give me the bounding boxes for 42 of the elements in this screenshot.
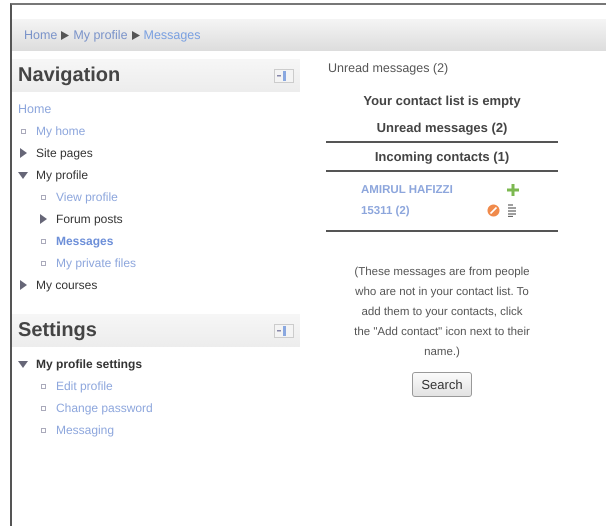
collapsed-triangle-icon[interactable] <box>40 214 46 224</box>
square-bullet-icon <box>40 238 46 244</box>
nav-link[interactable]: Home <box>18 102 52 116</box>
nav-link[interactable]: Messages <box>56 234 114 248</box>
block-title: Navigation <box>18 64 120 87</box>
square-bullet-icon <box>40 194 46 200</box>
nav-branch[interactable]: My profile <box>36 168 88 182</box>
square-bullet-icon <box>40 260 46 266</box>
breadcrumb-arrow-icon <box>132 30 140 40</box>
nav-branch[interactable]: My courses <box>36 278 98 292</box>
history-icon[interactable] <box>507 204 517 216</box>
info-text: (These messages are from people who are not in your contact list. To add them to your contacts, click the "Add contact" icon next to their name.) <box>353 265 531 360</box>
tab-link[interactable]: Unread messages (2) <box>326 61 606 75</box>
breadcrumb-arrow-icon <box>61 30 70 40</box>
breadcrumb-link[interactable]: Messages <box>144 28 201 42</box>
expanded-triangle-icon[interactable] <box>18 172 28 178</box>
nav-link[interactable]: Messaging <box>56 423 114 437</box>
section-heading: Incoming contacts (1) <box>374 148 510 166</box>
breadcrumb-link[interactable]: My profile <box>73 28 128 42</box>
empty-note: Your contact list is empty <box>363 92 521 110</box>
block-title: Settings <box>18 319 97 342</box>
breadcrumb-link[interactable]: Home <box>24 28 58 42</box>
square-bullet-icon <box>40 384 46 388</box>
dock-icon[interactable] <box>274 68 294 82</box>
dock-icon[interactable] <box>274 324 294 338</box>
square-bullet-icon <box>40 428 46 432</box>
nav-branch[interactable]: Site pages <box>36 146 93 160</box>
nav-link[interactable]: My private files <box>56 256 136 270</box>
nav-branch[interactable]: My profile settings <box>36 357 142 371</box>
square-bullet-icon <box>40 406 46 410</box>
nav-link[interactable]: Change password <box>56 401 153 415</box>
collapsed-triangle-icon[interactable] <box>20 280 26 290</box>
section-heading: Unread messages (2) <box>376 119 508 137</box>
collapsed-triangle-icon[interactable] <box>20 148 26 158</box>
nav-link[interactable]: Edit profile <box>56 379 113 393</box>
contact-link[interactable]: AMIRUL HAFIZZI 15311 (2) <box>361 180 473 222</box>
nav-link[interactable]: View profile <box>56 190 118 204</box>
nav-branch[interactable]: Forum posts <box>56 212 123 226</box>
search-button[interactable]: Search <box>412 372 472 397</box>
square-bullet-icon <box>20 128 26 134</box>
expanded-triangle-icon[interactable] <box>18 360 28 368</box>
nav-link[interactable]: My home <box>36 124 86 138</box>
